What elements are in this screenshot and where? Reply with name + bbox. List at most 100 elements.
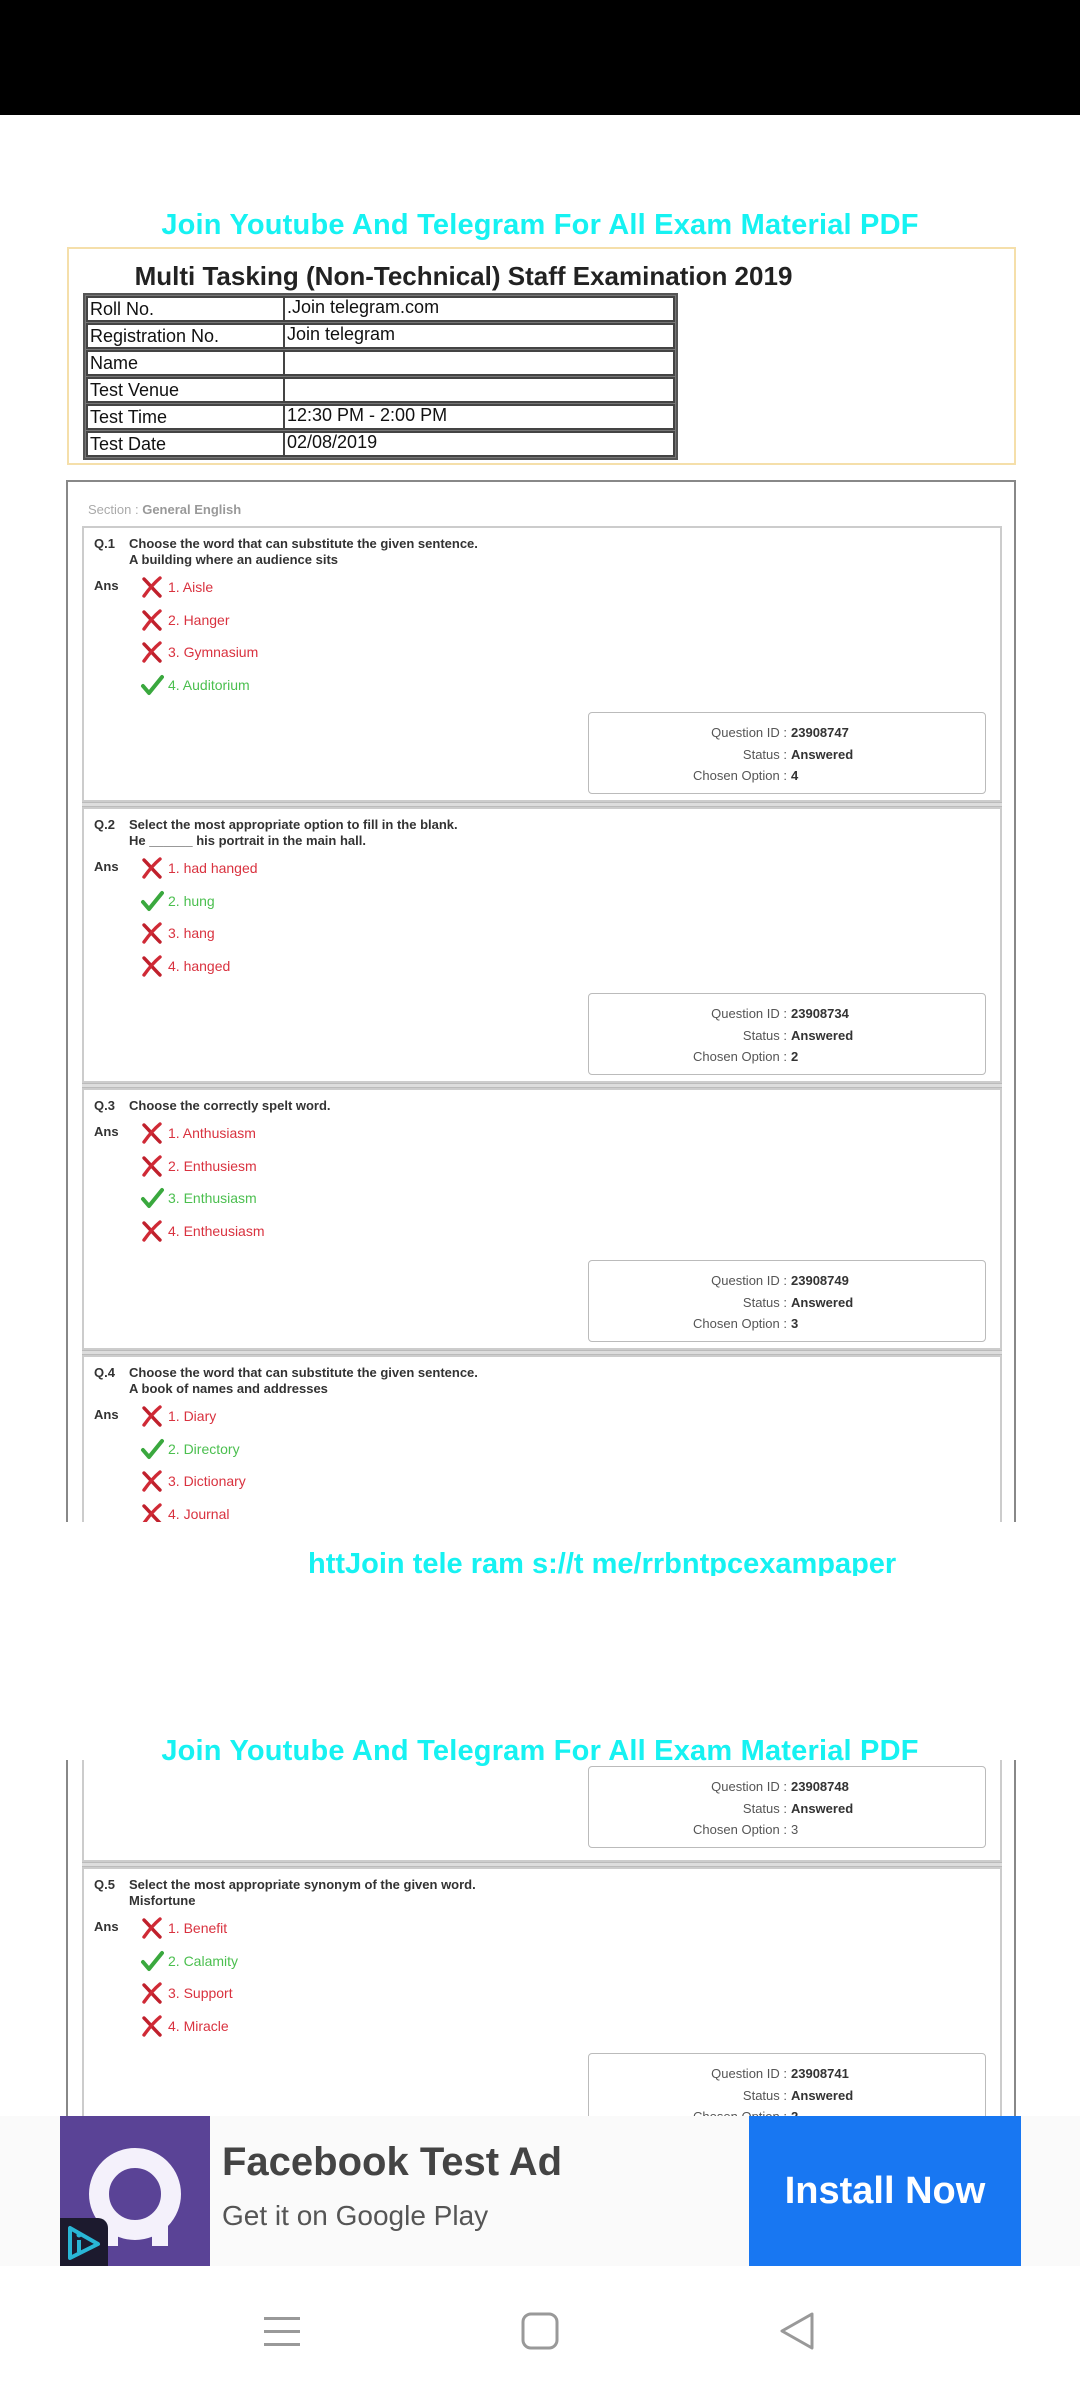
info-label: Registration No.	[88, 325, 285, 347]
answer-option: 3. hang	[140, 920, 215, 946]
cross-icon	[140, 954, 164, 978]
question-sheet-continued: Question ID :23908748 Status : Answered Cho…	[66, 1760, 1016, 2120]
meta-key: Status :	[742, 746, 787, 762]
meta-value: 23908741	[791, 2066, 849, 2081]
question-number: Q.4	[94, 1365, 115, 1380]
question-text: Choose the word that can substitute the …	[129, 1365, 478, 1397]
ans-label: Ans	[94, 1124, 119, 1139]
info-value: .Join telegram.com	[287, 297, 440, 317]
section-label: Section : General English	[88, 502, 241, 517]
back-button[interactable]	[768, 2306, 828, 2356]
ans-label: Ans	[94, 1919, 119, 1934]
info-row-date: Test Date 02/08/2019	[86, 431, 675, 457]
ad-title: Facebook Test Ad	[222, 2140, 563, 2184]
meta-value: 23908748	[791, 1779, 849, 1794]
meta-value: 3	[791, 1316, 799, 1331]
check-icon	[140, 673, 164, 697]
meta-value: 23908734	[791, 1006, 849, 1021]
meta-key: Question ID :	[711, 2066, 787, 2081]
option-text: 2. Calamity	[168, 1952, 239, 1969]
option-text: 1. Anthusiasm	[168, 1125, 256, 1141]
question-meta-box: Question ID : 23908748 Status : Answered Cho…	[588, 1766, 986, 1848]
answer-option: 1. had hanged	[140, 855, 258, 881]
exam-title: Multi Tasking (Non-Technical) Staff Exam…	[134, 261, 793, 291]
question-card: Question ID : 23908748 Status : Answered Cho…	[82, 1760, 1002, 1862]
answer-option: 2. hung	[140, 888, 215, 914]
cross-icon	[140, 608, 164, 632]
telegram-link[interactable]: httJoin tele ram s://t me/rrbntpcexampap…	[308, 1548, 896, 1576]
question-text: Select the most appropriate synonym of t…	[129, 1877, 476, 1909]
question-text-line: Select the most appropriate synonym of t…	[129, 1877, 476, 1892]
ans-label: Ans	[94, 578, 119, 593]
ad-banner[interactable]: Facebook Test Ad Get it on Google Play I…	[0, 2116, 1080, 2266]
cross-icon	[140, 1981, 164, 2005]
check-icon	[140, 1186, 164, 1210]
meta-value: Answered	[791, 1294, 854, 1310]
question-text-line: A building where an audience sits	[129, 552, 339, 567]
meta-key: Status :	[742, 1800, 787, 1816]
info-value	[285, 379, 673, 401]
answer-option: 2. Hanger	[140, 607, 229, 633]
option-text: 2. Directory	[168, 1440, 240, 1457]
meta-value: Answered	[791, 1027, 854, 1043]
question-text-line: Select the most appropriate option to fi…	[129, 817, 458, 832]
navigation-bar	[0, 2266, 1080, 2400]
info-value: 12:30 PM - 2:00 PM	[287, 405, 448, 425]
question-meta-box: Question ID : 23908749 Status : Answered Cho…	[588, 1260, 986, 1342]
answer-option: 4. hanged	[140, 953, 230, 979]
question-text: Choose the correctly spelt word.	[129, 1098, 331, 1114]
info-value: 02/08/2019	[287, 432, 378, 452]
meta-key: Status :	[742, 2087, 787, 2103]
question-card: Q.2 Select the most appropriate option to…	[82, 807, 1002, 1083]
exam-info-card: Multi Tasking (Non-Technical) Staff Exam…	[67, 247, 1016, 465]
cross-icon	[140, 1404, 164, 1428]
answer-option: 3. Enthusiasm	[140, 1185, 257, 1211]
option-text: 2. hung	[168, 892, 215, 909]
menu-icon	[264, 2317, 300, 2346]
option-text: 1. had hanged	[168, 860, 258, 876]
cross-icon	[140, 1502, 164, 1522]
adchoices-icon[interactable]	[60, 2218, 108, 2266]
meta-value: Answered	[791, 746, 854, 762]
section-name: General English	[142, 502, 242, 517]
menu-button[interactable]	[252, 2306, 312, 2356]
cross-icon	[140, 640, 164, 664]
answer-option: 4. Auditorium	[140, 672, 250, 698]
answer-option: 1. Aisle	[140, 574, 213, 600]
meta-value: 23908749	[791, 1273, 849, 1288]
question-meta-box: Question ID : 23908747 Status : Answered Cho…	[588, 712, 986, 794]
question-number: Q.2	[94, 817, 115, 832]
question-number: Q.3	[94, 1098, 115, 1113]
info-row-name: Name	[86, 350, 675, 376]
option-text: 1. Diary	[168, 1408, 217, 1424]
home-button[interactable]	[510, 2306, 570, 2356]
cross-icon	[140, 1916, 164, 1940]
option-text: 4. Miracle	[168, 2017, 229, 2034]
meta-key: Question ID :	[711, 1006, 787, 1021]
meta-key: Chosen Option :	[693, 1316, 787, 1331]
check-icon	[140, 889, 164, 913]
answer-option: 1. Benefit	[140, 1915, 227, 1941]
back-icon	[780, 2312, 814, 2350]
option-text: 3. Gymnasium	[168, 644, 259, 660]
question-text-line: He ______ his portrait in the main hall.	[129, 833, 366, 848]
question-meta-box: Question ID :23908741 Status : Answered Cho…	[588, 2053, 986, 2120]
question-card: Q.4 Choose the word that can substitute t…	[82, 1355, 1002, 1522]
question-meta-box: Question ID : 23908734 Status : Answered Cho…	[588, 993, 986, 1075]
question-text-line: Misfortune	[129, 1893, 196, 1908]
option-text: 3. Enthusiasm	[168, 1190, 257, 1206]
answer-option: 1. Anthusiasm	[140, 1120, 256, 1146]
cross-icon	[140, 1219, 164, 1243]
promo-banner-2: Join Youtube And Telegram For All Exam M…	[161, 1735, 919, 1767]
ad-subtitle: Get it on Google Play	[222, 2200, 489, 2231]
answer-option: 3. Dictionary	[140, 1468, 246, 1494]
option-text: 3. Dictionary	[168, 1473, 246, 1489]
option-text: 3. hang	[168, 925, 215, 941]
info-label: Name	[88, 352, 285, 374]
ad-app-icon[interactable]	[60, 2116, 210, 2266]
cross-icon	[140, 921, 164, 945]
meta-value: 4	[791, 768, 799, 783]
install-now-button[interactable]: Install Now	[749, 2116, 1021, 2266]
question-card: Q.3 Choose the correctly spelt word. Ans 1.…	[82, 1088, 1002, 1350]
option-text: 4. Auditorium	[168, 676, 250, 693]
